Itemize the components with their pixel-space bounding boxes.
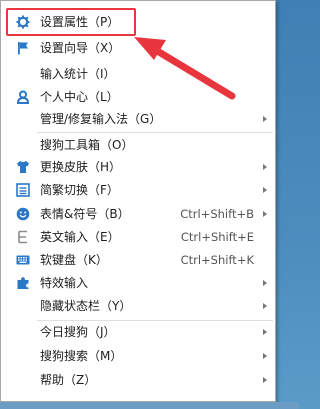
annotation-arrow-icon <box>134 37 236 100</box>
